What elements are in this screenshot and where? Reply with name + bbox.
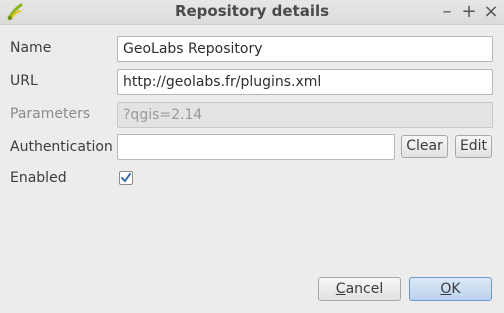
window-title: Repository details: [174, 2, 330, 20]
url-label: URL: [10, 73, 38, 89]
check-icon: [121, 173, 131, 182]
ok-label: K: [451, 281, 461, 297]
cancel-label: ancel: [345, 281, 384, 297]
ok-button[interactable]: OK: [409, 277, 492, 301]
url-input[interactable]: http://geolabs.fr/plugins.xml: [117, 69, 493, 95]
authentication-label: Authentication: [10, 139, 113, 155]
ok-mnemonic: O: [440, 281, 452, 297]
clear-button[interactable]: Clear: [401, 135, 448, 158]
authentication-input[interactable]: [117, 134, 395, 160]
cancel-mnemonic: C: [335, 281, 346, 297]
minimize-button[interactable]: –: [436, 1, 458, 23]
enabled-label: Enabled: [10, 170, 67, 186]
parameters-input: ?qgis=2.14: [117, 102, 493, 128]
name-label: Name: [10, 40, 52, 56]
title-bar: Repository details – + ×: [0, 0, 504, 25]
close-button[interactable]: ×: [480, 1, 502, 23]
cancel-button[interactable]: Cancel: [318, 277, 401, 301]
edit-button[interactable]: Edit: [455, 135, 492, 158]
enabled-checkbox[interactable]: [119, 171, 133, 185]
repository-details-dialog: Repository details – + × Name GeoLabs Re…: [0, 0, 504, 313]
parameters-label: Parameters: [10, 106, 91, 122]
name-input[interactable]: GeoLabs Repository: [117, 36, 493, 62]
maximize-button[interactable]: +: [458, 1, 480, 23]
